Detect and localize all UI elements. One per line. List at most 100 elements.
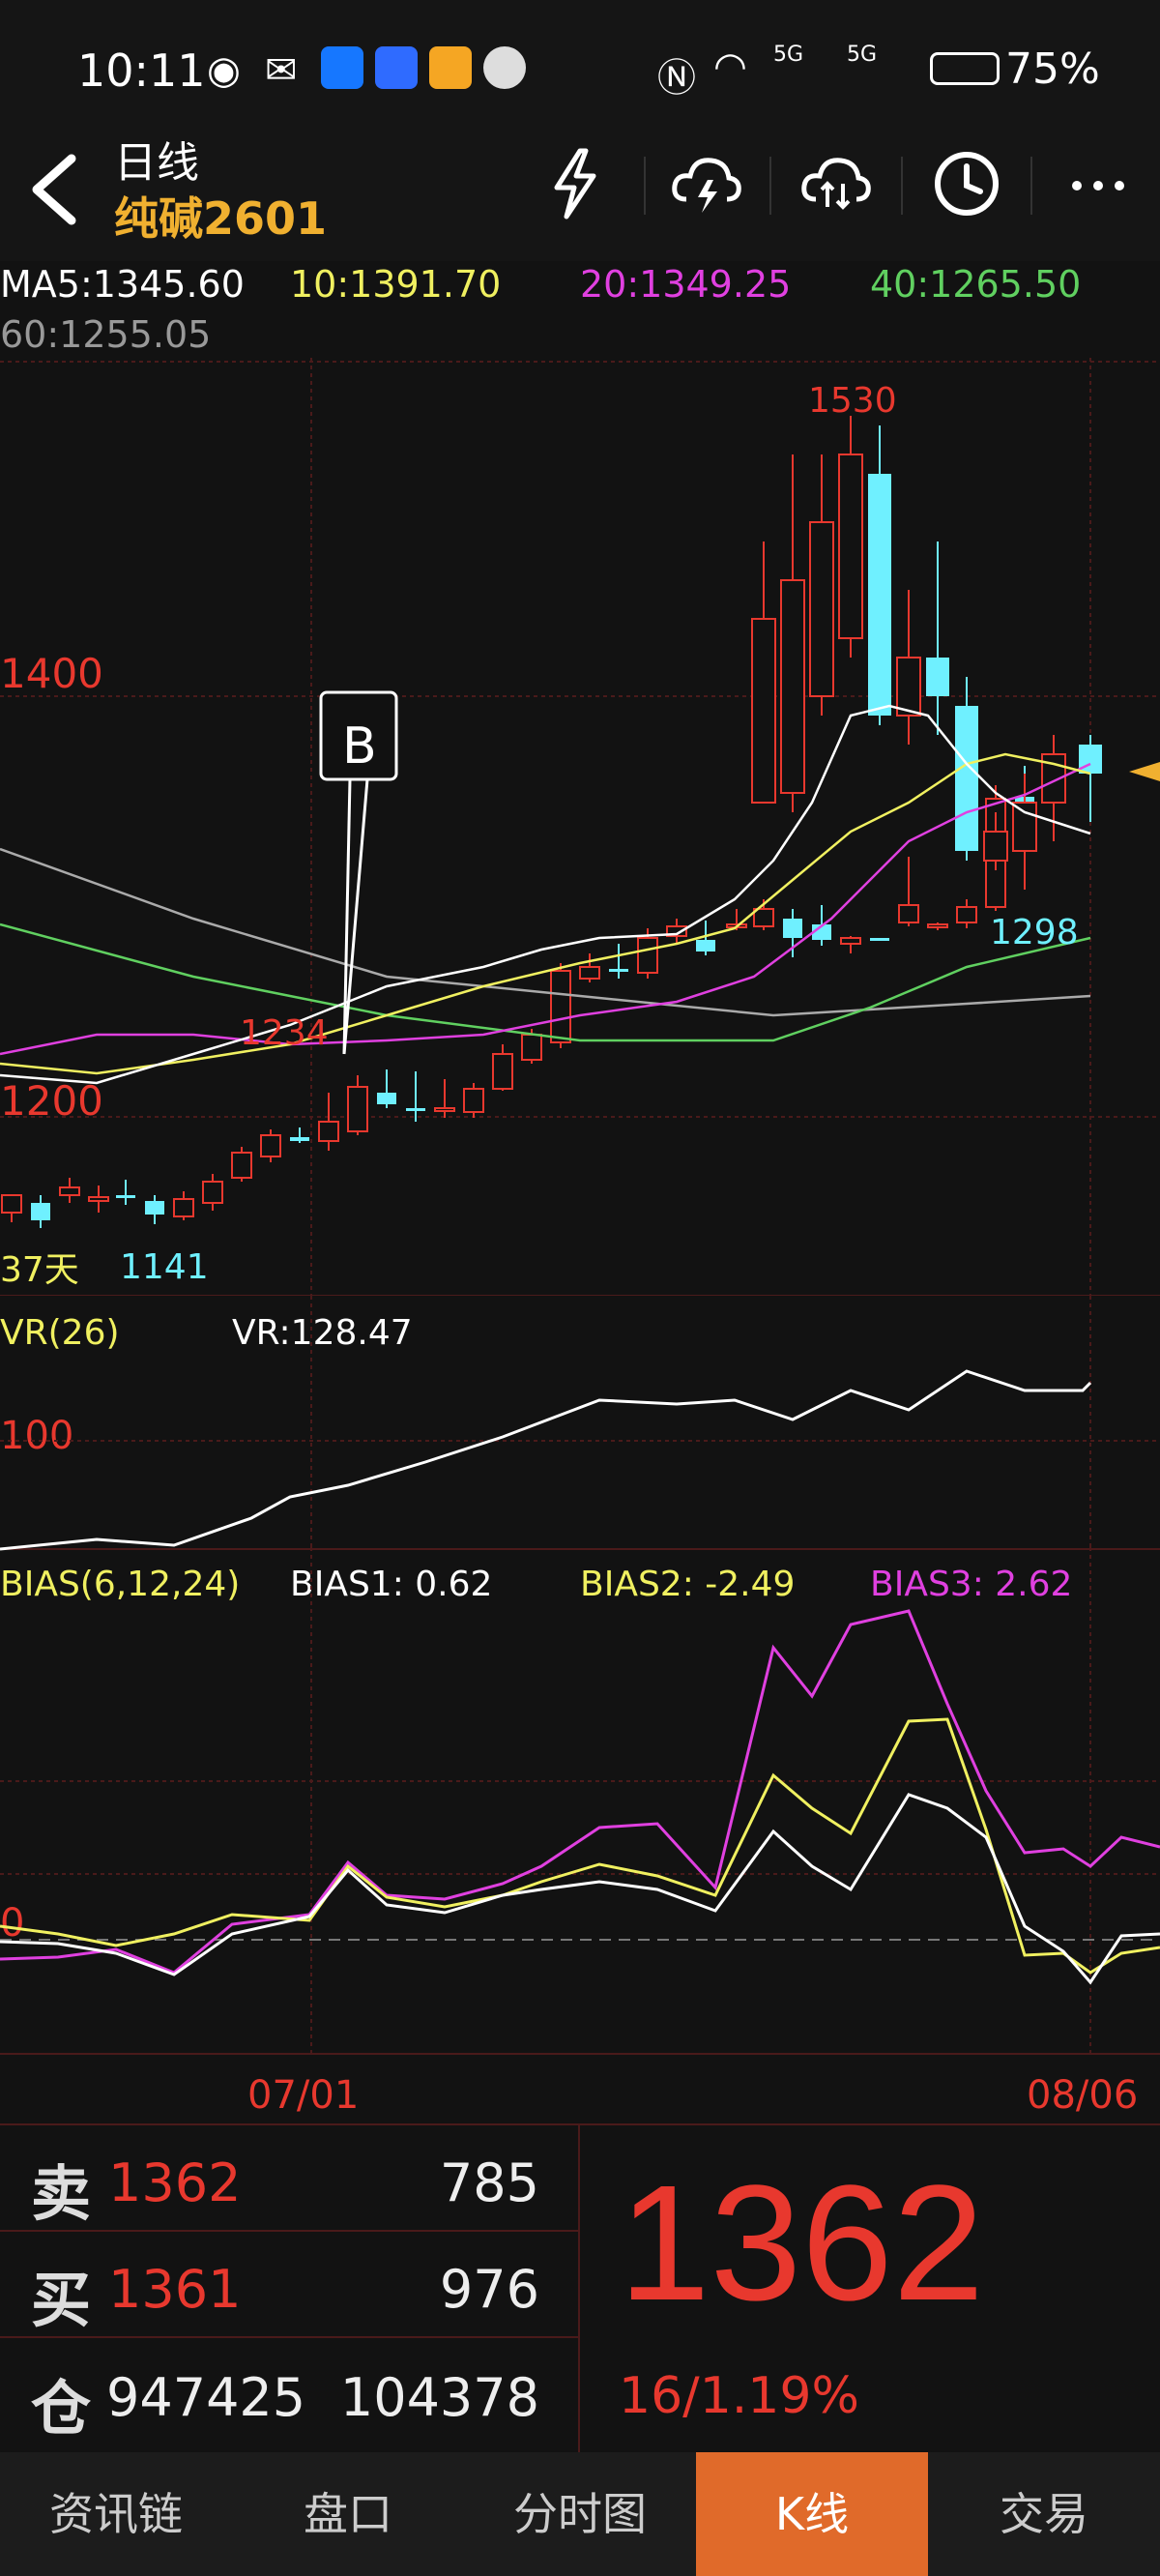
more-icon[interactable] bbox=[1059, 145, 1137, 222]
moving-average-line bbox=[0, 704, 1091, 1085]
open-interest-row[interactable]: 仓 947425 104378 bbox=[0, 2338, 580, 2454]
candle-body bbox=[898, 904, 919, 923]
candle-body bbox=[231, 1152, 252, 1179]
divider bbox=[901, 157, 903, 215]
signal-icon: 5G bbox=[773, 43, 804, 67]
wechat-icon: ✉ bbox=[265, 48, 298, 93]
wifi-icon: ◠ bbox=[713, 44, 747, 89]
page-title: 日线 bbox=[114, 138, 199, 188]
oi-change: 104378 bbox=[339, 2367, 539, 2428]
candle-body bbox=[579, 966, 600, 980]
candle-body bbox=[463, 1088, 484, 1113]
bias-chart[interactable] bbox=[0, 1547, 1160, 2056]
candle-body bbox=[637, 937, 658, 974]
candle-body bbox=[926, 658, 949, 696]
buy-row[interactable]: 买 1361 976 bbox=[0, 2232, 580, 2338]
candle-body bbox=[955, 706, 978, 851]
open-interest: 947425 bbox=[106, 2367, 306, 2428]
candle-body bbox=[59, 1186, 80, 1196]
price-level-1200: 1200 bbox=[0, 1077, 103, 1125]
symbol-name: 纯碱2601 bbox=[114, 192, 328, 245]
tab-info-chain[interactable]: 资讯链 bbox=[0, 2452, 232, 2576]
quote-panel: 卖 1362 785 买 1361 976 仓 947425 104378 13… bbox=[0, 2123, 1160, 2454]
candle-body bbox=[88, 1196, 109, 1202]
candle-body bbox=[751, 618, 776, 804]
price-level-1400: 1400 bbox=[0, 650, 103, 697]
app-icon bbox=[483, 46, 526, 89]
weibo-icon bbox=[429, 46, 472, 89]
status-time: 10:11 bbox=[77, 44, 206, 97]
lightning-icon[interactable] bbox=[537, 145, 615, 222]
buy-volume: 976 bbox=[439, 2259, 539, 2320]
sell-volume: 785 bbox=[439, 2152, 539, 2213]
cloud-sync-icon[interactable] bbox=[797, 145, 874, 222]
candle-body bbox=[783, 919, 802, 938]
high-label: 1530 bbox=[808, 381, 897, 421]
sell-row[interactable]: 卖 1362 785 bbox=[0, 2125, 580, 2232]
candle-body bbox=[927, 923, 948, 928]
low-label: 1298 bbox=[990, 913, 1079, 952]
candle-body bbox=[377, 1093, 396, 1104]
candle-body bbox=[347, 1086, 368, 1132]
days-label: 37天 bbox=[0, 1250, 79, 1290]
buy-price: 1361 bbox=[108, 2259, 242, 2320]
candle-body bbox=[780, 579, 805, 794]
candle-body bbox=[1079, 745, 1102, 774]
battery-level: 75% bbox=[1005, 44, 1100, 94]
candle-body bbox=[609, 969, 628, 972]
baidu-icon bbox=[375, 46, 418, 89]
date-label: 07/01 bbox=[247, 2073, 360, 2118]
cloud-lightning-icon[interactable] bbox=[667, 145, 744, 222]
nfc-icon: Ⓝ bbox=[657, 56, 696, 101]
ma40-label: 40:1265.50 bbox=[870, 263, 1082, 306]
candle-body bbox=[260, 1134, 281, 1157]
low-label: 1141 bbox=[120, 1247, 209, 1287]
divider bbox=[1030, 157, 1032, 215]
back-icon[interactable] bbox=[19, 151, 87, 228]
candle-body bbox=[868, 474, 891, 716]
candle-body bbox=[406, 1108, 425, 1111]
candle-body bbox=[31, 1203, 50, 1220]
candle-body bbox=[838, 454, 863, 639]
candle-body bbox=[116, 1195, 135, 1198]
candle-body bbox=[202, 1181, 223, 1204]
status-bar: 10:11 ◉ ✉ Ⓝ ◠ 5G 5G 75% bbox=[0, 0, 1160, 135]
peak-label: 1234 bbox=[240, 1013, 329, 1053]
divider bbox=[644, 157, 646, 215]
candle-body bbox=[492, 1053, 513, 1090]
moving-average-line bbox=[0, 847, 1091, 1017]
oi-label: 仓 bbox=[31, 2373, 92, 2444]
price-change: 16/1.19% bbox=[619, 2367, 859, 2425]
eye-icon: ◉ bbox=[207, 48, 241, 93]
ma20-label: 20:1349.25 bbox=[580, 263, 792, 306]
candle-body bbox=[434, 1107, 455, 1112]
candle-body bbox=[809, 521, 834, 697]
clock-icon[interactable] bbox=[928, 145, 1005, 222]
sell-label: 卖 bbox=[31, 2158, 92, 2229]
ma60-label: 60:1255.05 bbox=[0, 313, 212, 356]
tab-order-book[interactable]: 盘口 bbox=[232, 2452, 464, 2576]
candle-body bbox=[318, 1121, 339, 1142]
candle-body bbox=[1012, 802, 1037, 852]
candle-body bbox=[550, 970, 571, 1043]
ma5-label: MA5:1345.60 bbox=[0, 263, 245, 306]
candle-body bbox=[696, 940, 715, 951]
candle-body bbox=[145, 1201, 164, 1215]
vr-chart[interactable] bbox=[0, 1296, 1160, 1551]
sell-price: 1362 bbox=[108, 2152, 242, 2213]
last-price: 1362 bbox=[619, 2152, 985, 2335]
tab-kline[interactable]: K线 bbox=[696, 2452, 928, 2576]
battery-icon bbox=[930, 52, 1000, 85]
tab-trade[interactable]: 交易 bbox=[928, 2452, 1160, 2576]
marker-label: B bbox=[342, 717, 377, 776]
buy-label: 买 bbox=[31, 2265, 92, 2335]
divider bbox=[769, 157, 771, 215]
current-price-pointer bbox=[1129, 762, 1160, 781]
ma10-label: 10:1391.70 bbox=[290, 263, 502, 306]
candle-body bbox=[753, 908, 774, 927]
candle-body bbox=[840, 937, 861, 945]
candle-body bbox=[956, 906, 977, 923]
candle-body bbox=[521, 1034, 542, 1061]
tab-intraday[interactable]: 分时图 bbox=[464, 2452, 696, 2576]
candlestick-chart[interactable] bbox=[0, 358, 1160, 1296]
